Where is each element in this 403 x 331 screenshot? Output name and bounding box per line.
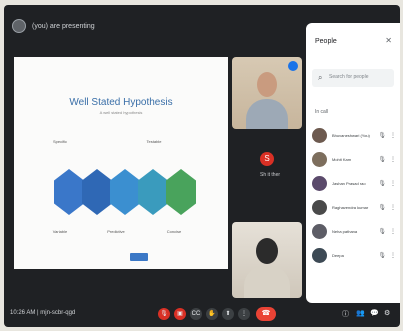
participant-tile-2[interactable]: S Sh it ther xyxy=(254,152,286,178)
mic-off-icon[interactable]: 🎙 xyxy=(158,308,170,320)
participant-row[interactable]: Mohit Kam 🎙 ⋮ xyxy=(312,147,396,171)
participant-face xyxy=(256,238,278,264)
avatar xyxy=(312,247,327,263)
slide-label-variable: Variable xyxy=(52,229,68,234)
hexagon-5 xyxy=(166,169,196,215)
more-icon[interactable]: ⋮ xyxy=(238,308,250,320)
hexagon-3 xyxy=(110,169,140,215)
speaking-indicator-icon xyxy=(288,61,298,71)
participant-row[interactable]: Bhuvaneshwari (You) 🎙 ⋮ xyxy=(312,123,396,147)
slide-subtitle: A well stated hypothesis xyxy=(99,110,143,115)
more-icon[interactable]: ⋮ xyxy=(390,132,396,139)
participant-name: Mohit Kam xyxy=(332,156,352,162)
more-icon[interactable]: ⋮ xyxy=(390,180,396,187)
avatar xyxy=(312,127,327,143)
info-icon[interactable]: ⓘ xyxy=(342,309,349,319)
slide-label-specific: Specific xyxy=(52,139,67,144)
meeting-info: 10:26 AM | mjn-scbr-qgd xyxy=(10,310,76,316)
participant-row[interactable]: Jashan Prasad rao 🎙 ⋮ xyxy=(312,171,396,195)
participant-name: Sh it ther xyxy=(260,172,281,178)
more-icon[interactable]: ⋮ xyxy=(390,204,396,211)
participant-tile-1[interactable] xyxy=(232,57,302,129)
hexagon-2 xyxy=(82,169,112,215)
search-icon: ⌕ xyxy=(318,73,323,82)
present-icon[interactable]: ⬆ xyxy=(222,308,234,320)
participant-body xyxy=(244,266,290,298)
mic-icon[interactable]: 🎙 xyxy=(378,156,386,163)
participant-name: Jashan Prasad rao xyxy=(332,180,366,186)
hexagon-4 xyxy=(138,169,168,215)
avatar xyxy=(312,223,327,239)
hexagon-diagram xyxy=(54,169,204,219)
participant-name: Deepa xyxy=(332,252,344,258)
mic-icon[interactable]: 🎙 xyxy=(378,228,386,235)
more-icon[interactable]: ⋮ xyxy=(390,156,396,163)
mic-icon[interactable]: 🎙 xyxy=(378,132,386,139)
presenter-avatar xyxy=(12,19,26,33)
participant-row[interactable]: Raghavendra kumar 🎙 ⋮ xyxy=(312,195,396,219)
top-bar: (you) are presenting xyxy=(4,5,304,47)
presenting-label: (you) are presenting xyxy=(32,22,95,30)
mic-icon[interactable]: 🎙 xyxy=(378,204,386,211)
presentation-slide: Well Stated Hypothesis A well stated hyp… xyxy=(14,57,228,269)
more-icon[interactable]: ⋮ xyxy=(390,228,396,235)
captions-icon[interactable]: CC xyxy=(190,308,202,320)
section-label: In call xyxy=(315,109,329,115)
participant-row[interactable]: Neha pathana 🎙 ⋮ xyxy=(312,219,396,243)
slide-title: Well Stated Hypothesis xyxy=(69,97,173,108)
search-people-input[interactable]: ⌕ Search for people xyxy=(312,69,394,87)
participant-name: Neha pathana xyxy=(332,228,358,234)
chat-icon[interactable]: 💬 xyxy=(370,309,379,317)
more-icon[interactable]: ⋮ xyxy=(390,252,396,259)
hand-icon[interactable]: ✋ xyxy=(206,308,218,320)
participant-tile-3[interactable] xyxy=(232,222,302,298)
slide-label-testable: Testable xyxy=(146,139,162,144)
search-placeholder: Search for people xyxy=(329,74,369,80)
mic-icon[interactable]: 🎙 xyxy=(378,180,386,187)
camera-off-icon[interactable]: ▣ xyxy=(174,308,186,320)
participant-name: Bhuvaneshwari (You) xyxy=(332,132,370,138)
meet-window: (you) are presenting Well Stated Hypothe… xyxy=(4,5,400,327)
slide-label-concise: Concise xyxy=(166,229,182,234)
people-icon[interactable]: 👥 xyxy=(356,309,365,317)
participant-face xyxy=(257,72,277,97)
activities-icon[interactable]: ⚙ xyxy=(384,309,390,317)
participant-body xyxy=(246,99,288,129)
participant-name: Raghavendra kumar xyxy=(332,204,369,210)
avatar xyxy=(312,175,327,191)
participant-initial-avatar: S xyxy=(260,152,274,166)
slide-button xyxy=(130,253,148,261)
close-icon[interactable]: ✕ xyxy=(385,36,392,45)
end-call-button[interactable]: ☎ xyxy=(256,307,276,321)
hexagon-1 xyxy=(54,169,84,215)
mic-icon[interactable]: 🎙 xyxy=(378,252,386,259)
avatar xyxy=(312,199,327,215)
people-panel-title: People xyxy=(315,38,337,45)
participant-row[interactable]: Deepa 🎙 ⋮ xyxy=(312,243,396,267)
people-panel: People ✕ ⌕ Search for people In call Bhu… xyxy=(306,23,400,303)
slide-label-predictive: Predictive xyxy=(107,229,125,234)
bottom-control-bar: 10:26 AM | mjn-scbr-qgd 🎙 ▣ CC ✋ ⬆ ⋮ ☎ ⓘ… xyxy=(4,303,400,327)
avatar xyxy=(312,151,327,167)
